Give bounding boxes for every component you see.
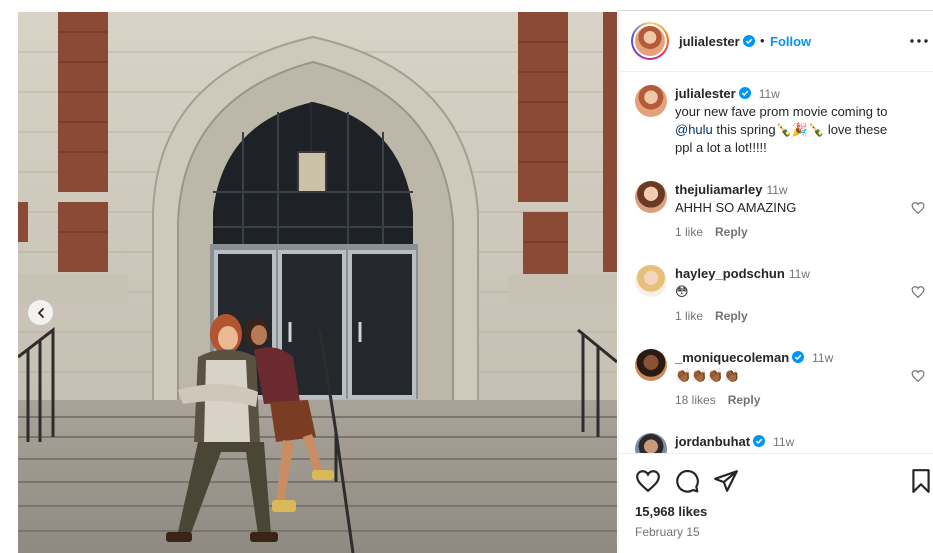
post-photo[interactable] — [18, 12, 617, 553]
comment-text: 😳 — [675, 284, 689, 299]
carousel-prev-button[interactable] — [28, 300, 53, 325]
avatar[interactable] — [635, 265, 667, 297]
reply-button[interactable]: Reply — [715, 225, 748, 239]
comment-time: 11w — [788, 267, 810, 281]
reply-button[interactable]: Reply — [715, 309, 748, 323]
author-username[interactable]: julialester — [679, 34, 755, 49]
caption-line-1: your new fave prom movie coming to — [675, 104, 888, 119]
comment-time: 11w — [812, 351, 834, 365]
heart-icon[interactable] — [911, 369, 925, 383]
carousel-prev-icon — [37, 307, 44, 318]
heart-icon[interactable] — [911, 285, 925, 299]
caption-mention-link[interactable]: @hulu — [675, 122, 713, 137]
comment-text: AHHH SO AMAZING — [675, 200, 797, 215]
avatar[interactable] — [635, 85, 667, 117]
post-actions: 15,968 likes February 15 — [619, 453, 933, 553]
comment-username[interactable]: thejuliamarley — [675, 182, 762, 197]
more-options-button[interactable] — [908, 31, 930, 51]
comment-time: 11w — [766, 183, 788, 197]
verified-badge-icon — [742, 35, 755, 47]
comment-time: 11w — [773, 435, 795, 449]
comment-likes[interactable]: 1 like — [675, 225, 703, 239]
author-avatar[interactable] — [631, 22, 669, 60]
comment-text: 👏🏾👏🏾👏🏾👏🏾 — [675, 368, 740, 383]
comments-list[interactable]: julialester 11w your new fave prom movie … — [619, 73, 933, 453]
comment-username[interactable]: jordanbuhat — [675, 434, 750, 449]
comment-username[interactable]: _moniquecoleman — [675, 350, 789, 365]
comment-likes[interactable]: 18 likes — [675, 393, 716, 407]
separator-dot: • — [760, 33, 765, 48]
comment-username[interactable]: hayley_podschun — [675, 266, 785, 281]
caption-line-2: this spring🍾🎉🍾 love these — [712, 122, 888, 137]
comment-icon[interactable] — [674, 468, 700, 494]
heart-icon[interactable] — [911, 201, 925, 215]
reply-button[interactable]: Reply — [728, 393, 761, 407]
heart-icon[interactable] — [635, 468, 661, 494]
follow-button[interactable]: Follow — [770, 34, 811, 49]
instagram-post: julialester • Follow julialester 11w your… — [0, 0, 933, 553]
avatar[interactable] — [635, 181, 667, 213]
post-side-panel: julialester • Follow julialester 11w your… — [618, 11, 933, 553]
comment-likes[interactable]: 1 like — [675, 309, 703, 323]
likes-count[interactable]: 15,968 likes — [635, 504, 707, 519]
avatar[interactable] — [635, 433, 667, 453]
post-header: julialester • Follow — [619, 11, 933, 72]
share-icon[interactable] — [713, 468, 739, 494]
bookmark-icon[interactable] — [908, 468, 933, 494]
photo-illustration — [18, 12, 617, 553]
caption-line-3: ppl a lot a lot!!!!! — [675, 140, 767, 155]
verified-badge-icon — [753, 435, 766, 447]
avatar[interactable] — [635, 349, 667, 381]
verified-badge-icon — [792, 351, 805, 363]
caption-time: 11w — [758, 87, 780, 101]
caption-username[interactable]: julialester — [675, 86, 736, 101]
more-options-icon — [910, 39, 928, 43]
post-date: February 15 — [635, 525, 700, 539]
verified-badge-icon — [738, 87, 751, 99]
